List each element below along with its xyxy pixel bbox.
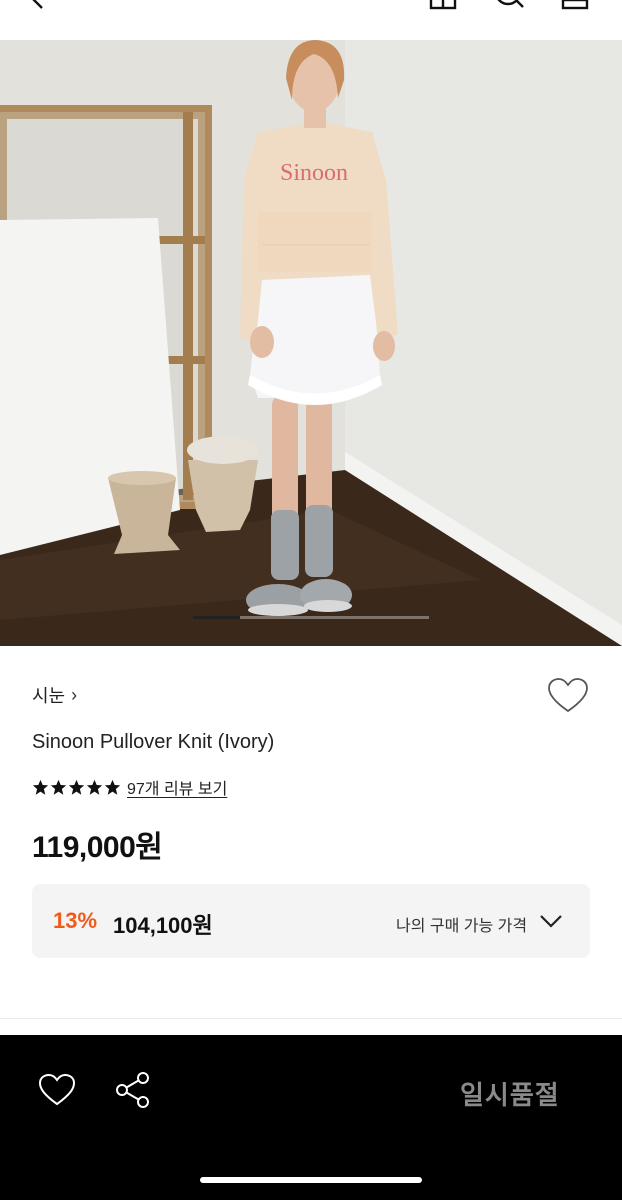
star-icon (50, 779, 67, 795)
star-icon (86, 779, 103, 795)
bottom-action-bar: 일시품절 (0, 1035, 622, 1200)
brand-link[interactable]: 시눈 › (32, 682, 77, 708)
product-photo: Sinoon (0, 40, 622, 646)
chevron-down-icon (540, 915, 562, 928)
top-navigation-bar (0, 0, 622, 40)
product-image-gallery[interactable]: Sinoon (0, 40, 622, 646)
heart-icon[interactable] (546, 676, 590, 716)
home-icon[interactable] (428, 0, 458, 10)
gallery-pager-progress (193, 616, 241, 619)
bag-icon[interactable] (560, 0, 590, 10)
brand-name: 시눈 (32, 686, 66, 706)
my-price-label: 나의 구매 가능 가격 (396, 918, 528, 935)
product-price: 119,000원 (32, 831, 163, 864)
rating-row: 97개 리뷰 보기 (32, 775, 227, 799)
sweater-logo-text: Sinoon (280, 160, 348, 186)
gallery-pager (193, 616, 429, 619)
chevron-right-icon: › (71, 684, 78, 705)
home-indicator (200, 1177, 422, 1183)
product-detail-page: Sinoon 시눈 › Sinoon Pullover Knit (Ivory)… (0, 0, 622, 1200)
share-icon[interactable] (114, 1071, 152, 1109)
sold-out-button[interactable]: 일시품절 (460, 1075, 560, 1112)
star-rating (32, 779, 121, 796)
discount-rate: 13% (53, 908, 98, 933)
discount-price: 104,100원 (113, 913, 213, 938)
search-icon[interactable] (494, 0, 524, 10)
review-link[interactable]: 97개 리뷰 보기 (127, 775, 227, 799)
my-price-dropdown[interactable]: 13% 104,100원 나의 구매 가능 가격 (32, 884, 590, 958)
section-divider (0, 1018, 622, 1019)
star-icon (104, 779, 121, 795)
star-icon (68, 779, 85, 795)
heart-icon[interactable] (38, 1073, 76, 1107)
star-icon (32, 779, 49, 795)
back-icon[interactable] (22, 0, 52, 10)
product-title: Sinoon Pullover Knit (Ivory) (32, 731, 275, 753)
